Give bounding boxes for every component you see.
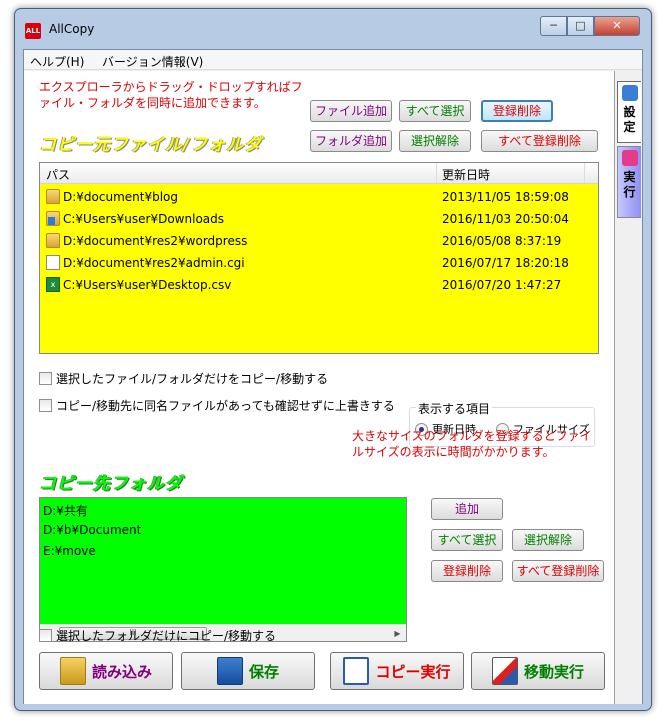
- copy-selected-only-label: 選択したファイル/フォルダだけをコピー/移動する: [56, 372, 329, 386]
- source-row[interactable]: D:¥document¥res2¥wordpress 2016/05/08 8:…: [40, 230, 598, 252]
- source-heading: コピー元ファイル/フォルダ: [39, 135, 263, 155]
- overwrite-checkbox[interactable]: コピー/移動先に同名ファイルがあっても確認せずに上書きする: [39, 397, 395, 414]
- column-updated[interactable]: 更新日時: [442, 166, 490, 183]
- column-separator[interactable]: [436, 163, 437, 183]
- side-tab-strip: 設定 実行: [614, 71, 642, 704]
- source-file-list[interactable]: パス 更新日時 D:¥document¥blog 2013/11/05 18:5…: [39, 162, 599, 354]
- menu-bar: ヘルプ(H) バージョン情報(V): [24, 50, 642, 70]
- dest-folder-list[interactable]: D:¥共有 D:¥b¥Document E:¥move ◀ III ▶: [39, 497, 407, 642]
- copy-selected-only-checkbox[interactable]: 選択したファイル/フォルダだけをコピー/移動する: [39, 370, 328, 387]
- save-button[interactable]: 保存: [181, 652, 315, 690]
- source-row-path: D:¥document¥res2¥admin.cgi: [63, 256, 245, 270]
- overwrite-label: コピー/移動先に同名ファイルがあっても確認せずに上書きする: [56, 399, 395, 413]
- title-bar[interactable]: ALL AllCopy ─ □ ✕: [15, 9, 651, 49]
- display-group-label: 表示する項目: [416, 400, 493, 417]
- maximize-button[interactable]: □: [567, 16, 594, 36]
- source-row-path: D:¥document¥res2¥wordpress: [63, 234, 248, 248]
- app-icon: ALL: [25, 23, 41, 39]
- copy-run-button[interactable]: コピー実行: [330, 652, 464, 690]
- move-run-label: 移動実行: [523, 662, 584, 681]
- source-deselect-button[interactable]: 選択解除: [399, 130, 471, 152]
- source-row-date: 2016/11/03 20:50:04: [442, 212, 569, 226]
- menu-help[interactable]: ヘルプ(H): [30, 53, 84, 70]
- dest-list-item[interactable]: D:¥b¥Document: [43, 523, 141, 537]
- tab-settings[interactable]: 設定: [617, 81, 641, 143]
- menu-version[interactable]: バージョン情報(V): [102, 53, 203, 70]
- close-button[interactable]: ✕: [594, 16, 640, 36]
- dest-delete-all-button[interactable]: すべて登録削除: [512, 560, 604, 582]
- drag-drop-notice-line1: エクスプローラからドラッグ・ドロップすればフ: [39, 80, 303, 94]
- source-select-all-button[interactable]: すべて選択: [399, 100, 471, 122]
- size-warning-line1: 大きなサイズのフォルダを登録するとファイ: [352, 429, 592, 443]
- dest-heading: コピー先フォルダ: [39, 474, 183, 494]
- dest-add-button[interactable]: 追加: [431, 498, 503, 520]
- add-file-button[interactable]: ファイル追加: [310, 100, 392, 122]
- source-row-date: 2016/07/20 1:47:27: [442, 278, 562, 292]
- source-delete-all-button[interactable]: すべて登録削除: [481, 130, 598, 152]
- copy-document-icon: [343, 657, 370, 685]
- runner-icon: [621, 150, 638, 166]
- downloads-folder-icon: [46, 211, 60, 226]
- floppy-disk-icon: [216, 657, 243, 685]
- file-icon: [46, 255, 60, 270]
- source-row[interactable]: D:¥document¥blog 2013/11/05 18:59:08: [40, 186, 598, 208]
- source-delete-button[interactable]: 登録削除: [481, 100, 553, 122]
- tab-run[interactable]: 実行: [617, 146, 641, 218]
- tab-settings-label: 設定: [623, 105, 636, 134]
- source-row[interactable]: C:¥Users¥user¥Downloads 2016/11/03 20:50…: [40, 208, 598, 230]
- csv-file-icon: x: [46, 277, 60, 292]
- save-button-label: 保存: [248, 662, 279, 681]
- main-window: ALL AllCopy ─ □ ✕ ヘルプ(H) バージョン情報(V) エクスプ…: [14, 8, 652, 711]
- minimize-button[interactable]: ─: [540, 16, 567, 36]
- move-run-button[interactable]: 移動実行: [471, 652, 605, 690]
- add-folder-button[interactable]: フォルダ追加: [310, 130, 392, 152]
- column-separator[interactable]: [584, 163, 585, 183]
- move-document-icon: [491, 657, 518, 685]
- drag-drop-notice: エクスプローラからドラッグ・ドロップすればフ ァイル・フォルダを同時に追加できま…: [39, 79, 303, 111]
- folder-icon: [46, 233, 60, 248]
- checkbox-box[interactable]: [39, 372, 52, 385]
- settings-panel: エクスプローラからドラッグ・ドロップすればフ ァイル・フォルダを同時に追加できま…: [24, 71, 614, 704]
- dest-select-all-button[interactable]: すべて選択: [431, 529, 503, 551]
- load-button[interactable]: 読み込み: [39, 652, 173, 690]
- client-area: ヘルプ(H) バージョン情報(V) エクスプローラからドラッグ・ドロップすればフ…: [23, 49, 643, 704]
- load-button-label: 読み込み: [91, 662, 152, 681]
- source-row[interactable]: x C:¥Users¥user¥Desktop.csv 2016/07/20 1…: [40, 274, 598, 296]
- source-row-path: C:¥Users¥user¥Desktop.csv: [63, 278, 232, 292]
- folder-selected-only-checkbox[interactable]: 選択したフォルダだけにコピー/移動する: [39, 627, 276, 644]
- scroll-right-arrow[interactable]: ▶: [389, 627, 406, 640]
- source-row-path: C:¥Users¥user¥Downloads: [63, 212, 225, 226]
- source-row-date: 2016/05/08 8:37:19: [442, 234, 562, 248]
- source-row-date: 2016/07/17 18:20:18: [442, 256, 569, 270]
- window-title: AllCopy: [49, 22, 95, 36]
- copy-run-label: コピー実行: [375, 662, 451, 681]
- source-row[interactable]: D:¥document¥res2¥admin.cgi 2016/07/17 18…: [40, 252, 598, 274]
- folder-icon: [46, 189, 60, 204]
- source-row-date: 2013/11/05 18:59:08: [442, 190, 569, 204]
- size-warning-line2: ルサイズの表示に時間がかかります。: [352, 445, 555, 459]
- size-warning: 大きなサイズのフォルダを登録するとファイ ルサイズの表示に時間がかかります。: [352, 428, 592, 460]
- gear-icon: [621, 85, 638, 101]
- tab-run-label: 実行: [623, 170, 636, 199]
- dest-list-item[interactable]: E:¥move: [43, 544, 96, 558]
- dest-list-item[interactable]: D:¥共有: [43, 502, 88, 519]
- column-path[interactable]: パス: [46, 166, 70, 183]
- load-folder-icon: [59, 657, 86, 685]
- drag-drop-notice-line2: ァイル・フォルダを同時に追加できます。: [39, 96, 266, 110]
- folder-selected-only-label: 選択したフォルダだけにコピー/移動する: [56, 629, 277, 643]
- source-row-path: D:¥document¥blog: [63, 190, 179, 204]
- dest-delete-button[interactable]: 登録削除: [431, 560, 503, 582]
- checkbox-box[interactable]: [39, 629, 52, 642]
- source-list-header: パス 更新日時: [40, 163, 598, 184]
- checkbox-box[interactable]: [39, 399, 52, 412]
- dest-deselect-button[interactable]: 選択解除: [512, 529, 584, 551]
